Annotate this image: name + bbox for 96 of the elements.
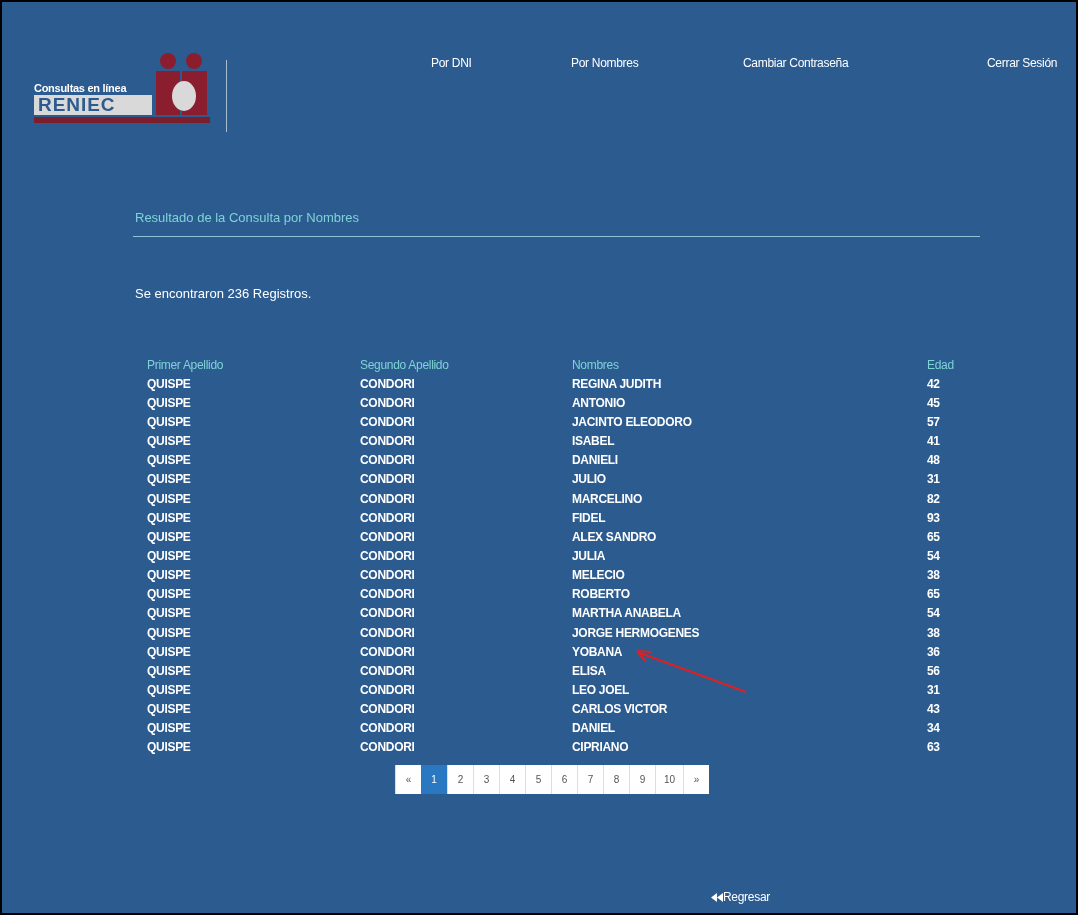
table-cell-text: 57 (927, 414, 941, 431)
table-cell-text: JACINTO ELEODORO (572, 414, 693, 431)
table-cell-text: YOBANA (572, 643, 624, 661)
table-cell-text: CONDORI (360, 547, 416, 565)
table-cell-text: 54 (927, 547, 941, 565)
table-cell-text: 82 (927, 490, 941, 508)
table-cell-text: MELECIO (572, 567, 626, 585)
page-title: Resultado de la Consulta por Nombres (134, 209, 360, 227)
table-cell-text: FIDEL (572, 509, 607, 527)
table-cell-text: 65 (927, 528, 941, 546)
table-cell-text: CONDORI (360, 605, 416, 623)
table-cell-text: CONDORI (360, 452, 416, 470)
table-cell-text: CONDORI (360, 662, 416, 680)
table-cell-text: QUISPE (147, 471, 192, 489)
table-cell-text: QUISPE (147, 547, 192, 565)
table-cell-text: ALEX SANDRO (572, 528, 658, 546)
table-cell-text: ELISA (572, 662, 607, 680)
table-cell-text: CIPRIANO (572, 739, 630, 757)
table-cell-text: CONDORI (360, 375, 416, 393)
table-cell-text: 38 (927, 567, 941, 585)
table-cell-text: 43 (927, 701, 941, 719)
table-cell-text: QUISPE (147, 586, 192, 604)
table-cell-text: MARCELINO (572, 490, 643, 508)
logo-name: RENIEC (34, 95, 152, 115)
table-cell-text: CONDORI (360, 471, 416, 489)
table-cell-text: 93 (927, 509, 941, 527)
table-cell-text: QUISPE (147, 433, 192, 451)
table-cell-text: MARTHA ANABELA (572, 605, 682, 623)
table-cell-text: DANIELI (572, 452, 619, 470)
table-cell-text: CONDORI (360, 528, 416, 546)
results-count: Se encontraron 236 Registros. (134, 284, 313, 303)
table-cell-text: CONDORI (360, 567, 416, 585)
table-cell-text: 48 (927, 452, 941, 470)
table-cell-text: QUISPE (147, 605, 192, 623)
table-cell-text: CONDORI (360, 394, 416, 412)
table-cell-text: QUISPE (147, 452, 192, 470)
table-cell-text: CONDORI (360, 586, 416, 604)
table-cell-text: QUISPE (147, 701, 192, 719)
nav-link[interactable]: Por Nombres (571, 54, 639, 72)
table-cell-text: JULIO (572, 471, 607, 489)
column-header: Primer Apellido (147, 356, 225, 374)
table-cell-text: QUISPE (147, 567, 192, 585)
table-cell-text: ISABEL (572, 433, 616, 451)
table-cell-text: REGINA JUDITH (572, 375, 662, 393)
table-cell-text: LEO JOEL (572, 681, 630, 699)
table-cell-text: 36 (927, 643, 941, 661)
table-cell-text: CONDORI (360, 624, 416, 642)
table-cell-text: CONDORI (360, 414, 416, 431)
table-cell-text: 65 (927, 586, 941, 604)
table-cell-text: QUISPE (147, 375, 192, 393)
nav-link[interactable]: Por DNI (431, 54, 472, 72)
table-cell-text: 31 (927, 471, 941, 489)
table-cell-text: 45 (927, 394, 941, 412)
column-header: Segundo Apellido (360, 356, 450, 374)
table-cell-text: CARLOS VICTOR (572, 701, 669, 719)
table-cell-text: CONDORI (360, 701, 416, 719)
column-header: Nombres (572, 356, 620, 374)
nav-link[interactable]: Cerrar Sesión (987, 54, 1058, 72)
table-cell-text: 38 (927, 624, 941, 642)
table-cell-text: CONDORI (360, 643, 416, 661)
table-cell-text: QUISPE (147, 528, 192, 546)
table-cell-text: QUISPE (147, 720, 192, 738)
table-cell-text: 63 (927, 739, 941, 757)
table-cell-text: QUISPE (147, 394, 192, 412)
table-cell-text: 54 (927, 605, 941, 623)
nav-link[interactable]: Cambiar Contraseña (743, 54, 849, 72)
column-header: Edad (927, 356, 955, 374)
table-cell-text: CONDORI (360, 490, 416, 508)
table-cell-text: DANIEL (572, 720, 616, 738)
back-link[interactable]: Regresar (711, 888, 770, 906)
table-cell-text: QUISPE (147, 662, 192, 680)
table-cell-text: QUISPE (147, 624, 192, 642)
table-cell-text: QUISPE (147, 509, 192, 527)
table-cell-text: CONDORI (360, 739, 416, 757)
table-cell-text: ROBERTO (572, 586, 631, 604)
table-cell-text: 56 (927, 662, 941, 680)
table-cell-text: CONDORI (360, 433, 416, 451)
table-cell-text: 31 (927, 681, 941, 699)
table-cell-text: QUISPE (147, 739, 192, 757)
people-icon (154, 52, 210, 116)
table-cell-text: 34 (927, 720, 941, 738)
table-cell-text: QUISPE (147, 681, 192, 699)
page-button[interactable]: 1 (420, 764, 447, 794)
table-cell-text: 42 (927, 375, 941, 393)
table-cell-text: QUISPE (147, 643, 192, 661)
table-cell-text: 41 (927, 433, 941, 451)
table-cell-text: CONDORI (360, 720, 416, 738)
table-cell-text: JORGE HERMOGENES (572, 624, 701, 642)
rewind-icon (711, 892, 723, 902)
logo-tagline: Consultas en línea (34, 81, 127, 96)
table-cell-text: ANTONIO (572, 394, 626, 412)
table-cell-text: CONDORI (360, 681, 416, 699)
table-cell-text: QUISPE (147, 490, 192, 508)
table-cell-text: QUISPE (147, 414, 192, 431)
table-cell-text: CONDORI (360, 509, 416, 527)
table-cell-text: JULIA (572, 547, 607, 565)
